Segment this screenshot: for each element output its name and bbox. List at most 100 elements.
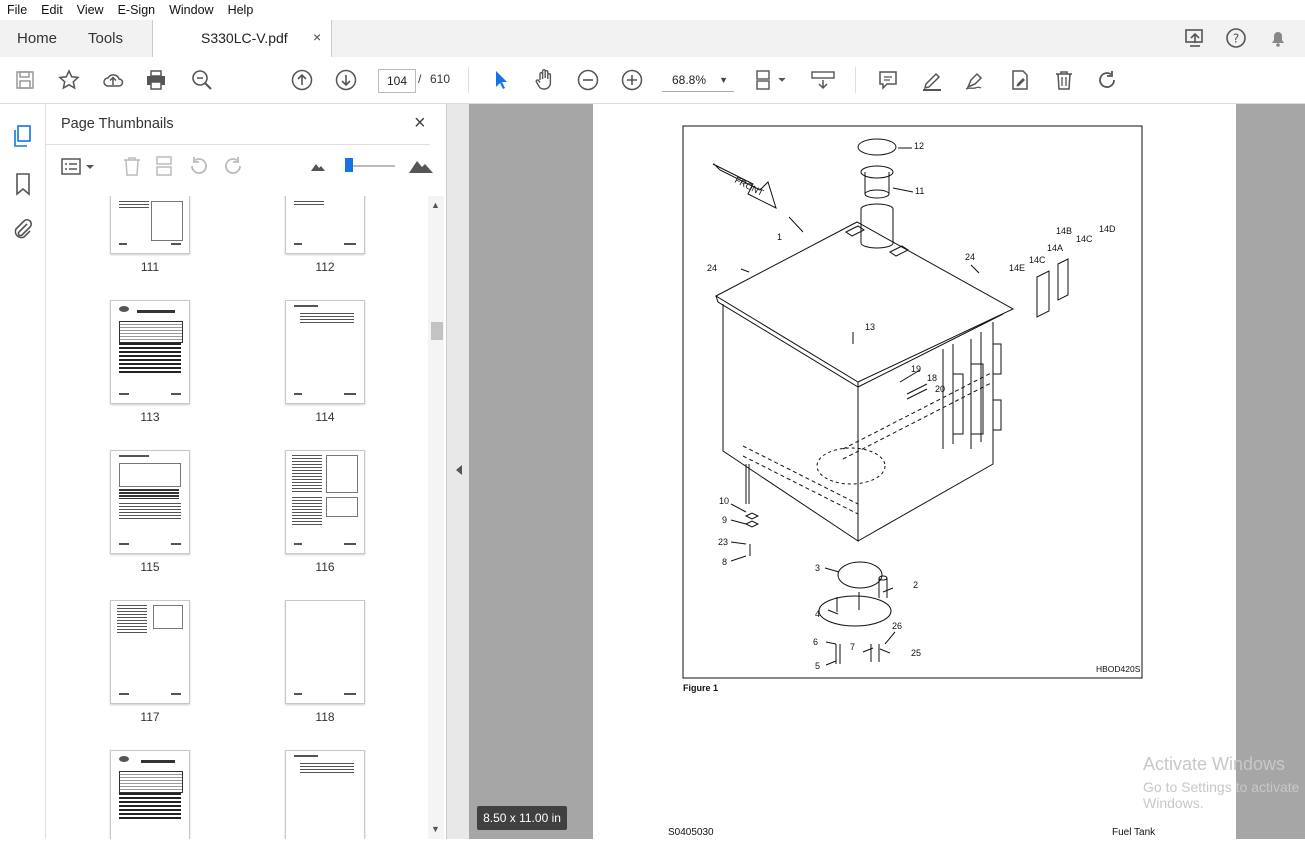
zoom-level-value: 68.8% [672, 73, 707, 87]
thumbnail-label: 118 [315, 710, 335, 724]
edit-pdf-icon[interactable] [1007, 67, 1033, 93]
large-thumbnails-icon[interactable] [408, 156, 434, 177]
save-icon[interactable] [12, 67, 38, 93]
bookmark-star-icon[interactable] [56, 67, 82, 93]
panel-close-button[interactable]: × [414, 112, 426, 135]
rotate-right-icon[interactable] [222, 155, 244, 180]
page-thumbnail[interactable] [110, 750, 190, 839]
activate-windows-subtitle: Go to Settings to activate Windows. [1143, 779, 1300, 811]
thumb-extract-icon[interactable] [153, 154, 175, 181]
previous-page-icon[interactable] [289, 67, 315, 93]
thumbnail-size-slider-handle[interactable] [345, 158, 353, 172]
menu-window[interactable]: Window [162, 3, 220, 17]
delete-trash-icon[interactable] [1051, 67, 1077, 93]
page-thumbnail[interactable] [110, 300, 190, 404]
thumb-delete-icon[interactable] [121, 154, 143, 181]
panel-splitter[interactable] [447, 104, 469, 839]
page-thumbnails-icon[interactable] [12, 124, 34, 151]
zoom-in-icon[interactable] [619, 67, 645, 93]
callout: 8 [722, 557, 727, 567]
callout: 6 [813, 637, 818, 647]
thumbnail-label: 112 [315, 260, 335, 274]
callout: 14E [1009, 263, 1025, 273]
sign-pen-icon[interactable] [962, 67, 988, 93]
tab-tools[interactable]: Tools [88, 20, 123, 57]
tab-home[interactable]: Home [17, 20, 57, 57]
menu-file[interactable]: File [0, 3, 34, 17]
tab-close-button[interactable]: × [313, 29, 321, 45]
fuel-tank-figure: FRONT 12 11 1 24 24 14B 14D 14A 14C 14C … [682, 125, 1143, 693]
toolbar-divider [468, 67, 469, 93]
page-thumbnail[interactable] [110, 450, 190, 554]
callout: 14A [1047, 243, 1063, 253]
notification-bell-icon[interactable] [1266, 26, 1290, 50]
rotate-left-icon[interactable] [188, 155, 210, 180]
upload-cloud-icon[interactable] [100, 67, 126, 93]
comment-icon[interactable] [875, 67, 901, 93]
callout: 13 [865, 322, 875, 332]
thumbnail-scrollbar[interactable]: ▲ ▼ [428, 196, 444, 839]
scrollbar-thumb[interactable] [431, 322, 443, 340]
page-thumbnail[interactable] [285, 196, 365, 254]
callout: 4 [815, 609, 820, 619]
callout: 14C [1029, 255, 1046, 265]
callout: 12 [914, 141, 924, 151]
next-page-icon[interactable] [333, 67, 359, 93]
scroll-down-icon[interactable]: ▼ [431, 824, 440, 834]
menu-view[interactable]: View [70, 3, 111, 17]
menu-edit[interactable]: Edit [34, 3, 70, 17]
thumbnail-label: 117 [140, 710, 160, 724]
callout: 7 [850, 642, 855, 652]
callout: 25 [911, 648, 921, 658]
callout: 20 [935, 384, 945, 394]
left-navigation-rail [0, 104, 46, 839]
rotate-redo-icon[interactable] [1094, 67, 1120, 93]
callout: 19 [911, 364, 921, 374]
zoom-search-icon[interactable] [189, 67, 215, 93]
page-thumbnail[interactable] [285, 600, 365, 704]
bookmarks-icon[interactable] [13, 172, 33, 199]
collapse-panel-icon[interactable] [455, 464, 463, 479]
page-thumbnail[interactable] [285, 750, 365, 839]
attachments-paperclip-icon[interactable] [11, 218, 35, 245]
scroll-up-icon[interactable]: ▲ [431, 200, 440, 210]
print-icon[interactable] [143, 67, 169, 93]
page-thumbnail[interactable] [285, 450, 365, 554]
page-number-input[interactable]: 104 [378, 69, 416, 93]
activate-windows-title: Activate Windows [1143, 754, 1286, 774]
chevron-down-icon: ▼ [719, 75, 728, 85]
thumbnail-options-icon[interactable] [60, 157, 98, 180]
page-thumbnail[interactable] [110, 600, 190, 704]
callout: 23 [718, 537, 728, 547]
menu-help[interactable]: Help [221, 3, 261, 17]
scroll-mode-icon[interactable] [810, 67, 836, 93]
small-thumbnails-icon[interactable] [310, 160, 326, 175]
callout: 3 [815, 563, 820, 573]
hand-tool-icon[interactable] [531, 67, 557, 93]
share-screen-icon[interactable] [1183, 26, 1207, 50]
divider [46, 144, 430, 145]
page-thumbnail[interactable] [110, 196, 190, 254]
menu-esign[interactable]: E-Sign [111, 3, 163, 17]
document-view[interactable]: FRONT 12 11 1 24 24 14B 14D 14A 14C 14C … [469, 104, 1305, 839]
page-total: 610 [430, 72, 451, 86]
select-cursor-icon[interactable] [488, 67, 514, 93]
page-thumbnail[interactable] [285, 300, 365, 404]
callout: 14C [1076, 234, 1093, 244]
thumbnail-label: 114 [315, 410, 335, 424]
figure-code: HBOD420S [1096, 664, 1141, 674]
tab-bar: Home Tools S330LC-V.pdf × ? [0, 20, 1305, 58]
toolbar-divider [855, 67, 856, 93]
zoom-level-select[interactable]: 68.8% ▼ [662, 69, 734, 92]
page-footer-code: S0405030 [668, 827, 714, 838]
page-footer-title: Fuel Tank [1112, 827, 1156, 838]
highlight-pen-icon[interactable] [919, 67, 945, 93]
tab-document[interactable]: S330LC-V.pdf × [152, 20, 332, 58]
help-icon[interactable]: ? [1224, 26, 1248, 50]
page-fit-icon[interactable] [753, 67, 789, 93]
figure-caption: Figure 1 [683, 683, 718, 693]
zoom-out-icon[interactable] [575, 67, 601, 93]
callout: 14B [1056, 226, 1072, 236]
svg-text:?: ? [1233, 32, 1239, 46]
pdf-page: FRONT 12 11 1 24 24 14B 14D 14A 14C 14C … [593, 104, 1236, 839]
